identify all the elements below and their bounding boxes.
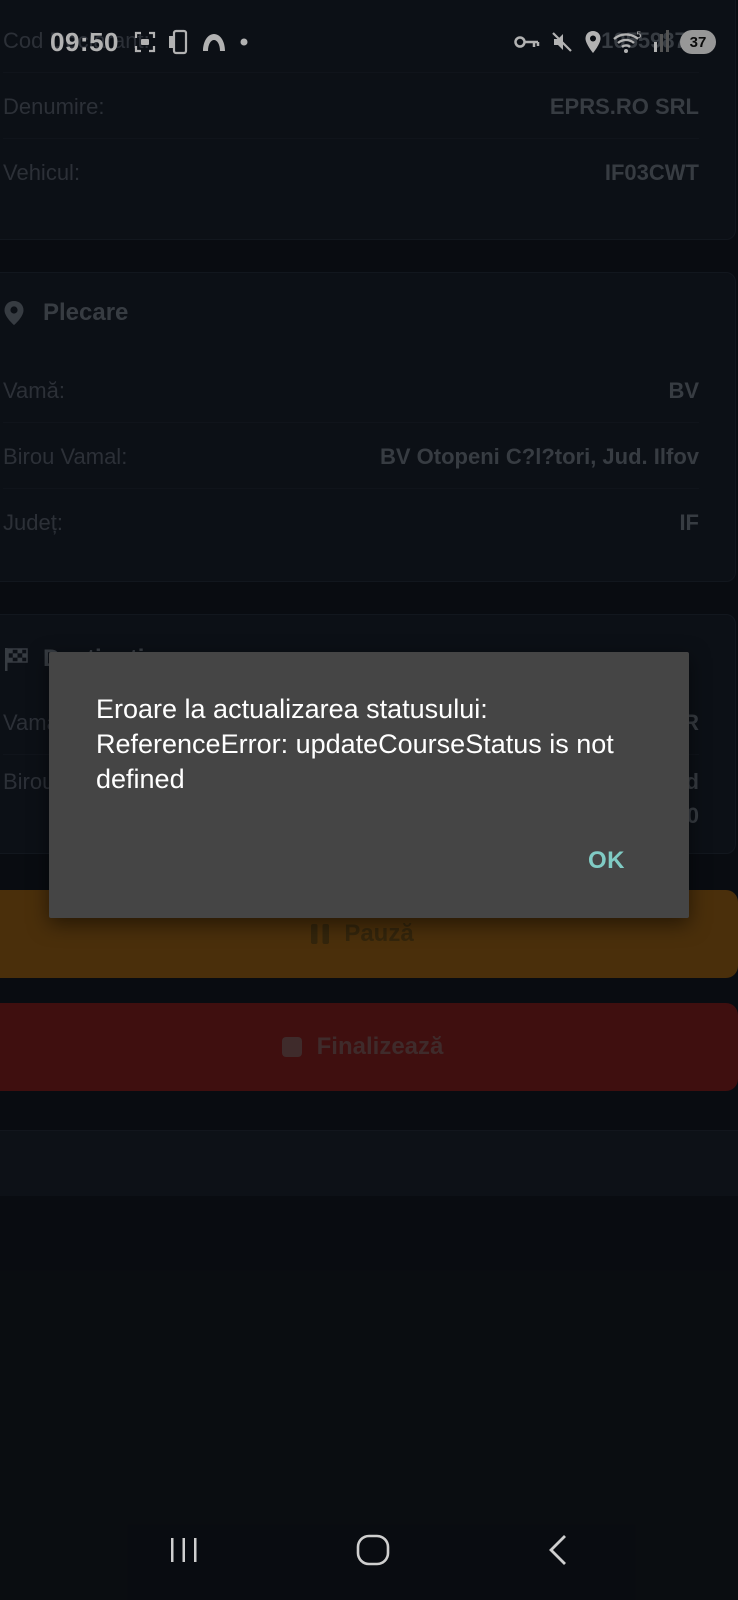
error-dialog: Eroare la actualizarea statusului: Refer… (49, 652, 689, 918)
error-message: Eroare la actualizarea statusului: Refer… (96, 694, 614, 794)
navigation-bar (0, 1505, 738, 1600)
recent-apps-button[interactable] (167, 1535, 201, 1570)
back-button[interactable] (545, 1533, 571, 1572)
back-icon (549, 1535, 566, 1565)
home-icon (356, 1534, 390, 1566)
recent-apps-icon (171, 1538, 197, 1562)
home-button[interactable] (355, 1534, 391, 1571)
ok-button[interactable]: OK (588, 847, 625, 875)
